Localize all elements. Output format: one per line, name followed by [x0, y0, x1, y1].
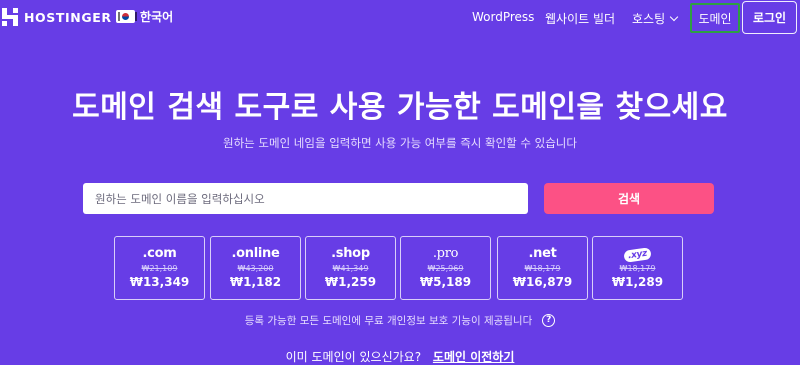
nav-website-builder[interactable]: 웹사이트 빌더 — [545, 10, 615, 27]
tld-card-pro[interactable]: .pro ₩25,969 ₩5,189 — [400, 236, 491, 300]
tld-name: .xyz — [593, 246, 682, 263]
tld-xyz-label: .xyz — [623, 247, 652, 263]
page-title: 도메인 검색 도구로 사용 가능한 도메인을 찾으세요 — [72, 90, 728, 125]
chevron-down-icon — [669, 12, 679, 21]
tld-old-price: ₩18,179 — [524, 264, 561, 273]
tld-old-price: ₩43,200 — [237, 264, 274, 273]
nav-hosting[interactable]: 호스팅 — [632, 10, 679, 27]
tld-old-price: ₩18,179 — [619, 264, 656, 273]
tld-name: .com — [142, 246, 177, 261]
domain-search-input[interactable] — [83, 183, 528, 214]
tld-new-price: ₩13,349 — [129, 275, 190, 289]
nav-wordpress[interactable]: WordPress — [472, 10, 534, 24]
tld-card-xyz[interactable]: .xyz ₩18,179 ₩1,289 — [592, 236, 683, 300]
top-nav: HOSTINGER 한국어 WordPress 웹사이트 빌더 호스팅 도메인 … — [0, 0, 800, 36]
tld-new-price: ₩16,879 — [512, 275, 573, 289]
tld-name: .online — [231, 246, 280, 261]
korea-flag-icon — [116, 10, 137, 23]
transfer-prompt: 이미 도메인이 있으신가요? 도메인 이전하기 — [0, 348, 800, 365]
page-subtitle: 원하는 도메인 네임을 입력하면 사용 가능 여부를 즉시 확인할 수 있습니다 — [223, 136, 577, 150]
tld-card-com[interactable]: .com ₩21,109 ₩13,349 — [114, 236, 205, 300]
tld-old-price: ₩25,969 — [427, 264, 464, 273]
privacy-note-text: 등록 가능한 모든 도메인에 무료 개인정보 보호 기능이 제공됩니다 — [244, 315, 533, 327]
tld-new-price: ₩1,259 — [324, 275, 377, 289]
tld-new-price: ₩1,289 — [611, 275, 664, 289]
tld-new-price: ₩5,189 — [419, 275, 472, 289]
tld-card-net[interactable]: .net ₩18,179 ₩16,879 — [497, 236, 588, 300]
language-label: 한국어 — [140, 10, 174, 24]
logo-text: HOSTINGER — [24, 9, 112, 25]
tld-new-price: ₩1,182 — [229, 275, 282, 289]
tld-old-price: ₩21,109 — [141, 264, 178, 273]
language-selector[interactable]: 한국어 — [116, 8, 173, 25]
hostinger-logo[interactable]: HOSTINGER — [2, 8, 112, 26]
tld-name: .net — [528, 246, 557, 261]
tld-card-online[interactable]: .online ₩43,200 ₩1,182 — [210, 236, 301, 300]
help-icon[interactable]: ? — [542, 314, 556, 327]
nav-domain[interactable]: 도메인 — [690, 3, 740, 33]
tld-old-price: ₩41,349 — [332, 264, 369, 273]
transfer-domain-link[interactable]: 도메인 이전하기 — [433, 350, 514, 364]
nav-hosting-label: 호스팅 — [632, 12, 666, 26]
tld-card-shop[interactable]: .shop ₩41,349 ₩1,259 — [305, 236, 396, 300]
search-button[interactable]: 검색 — [544, 183, 714, 214]
login-button[interactable]: 로그인 — [742, 1, 797, 34]
privacy-note: 등록 가능한 모든 도메인에 무료 개인정보 보호 기능이 제공됩니다 ? — [0, 313, 800, 328]
tld-name: .pro — [432, 246, 459, 261]
transfer-question: 이미 도메인이 있으신가요? — [285, 350, 422, 364]
hostinger-logo-icon — [2, 8, 18, 26]
tld-name: .shop — [331, 246, 370, 261]
